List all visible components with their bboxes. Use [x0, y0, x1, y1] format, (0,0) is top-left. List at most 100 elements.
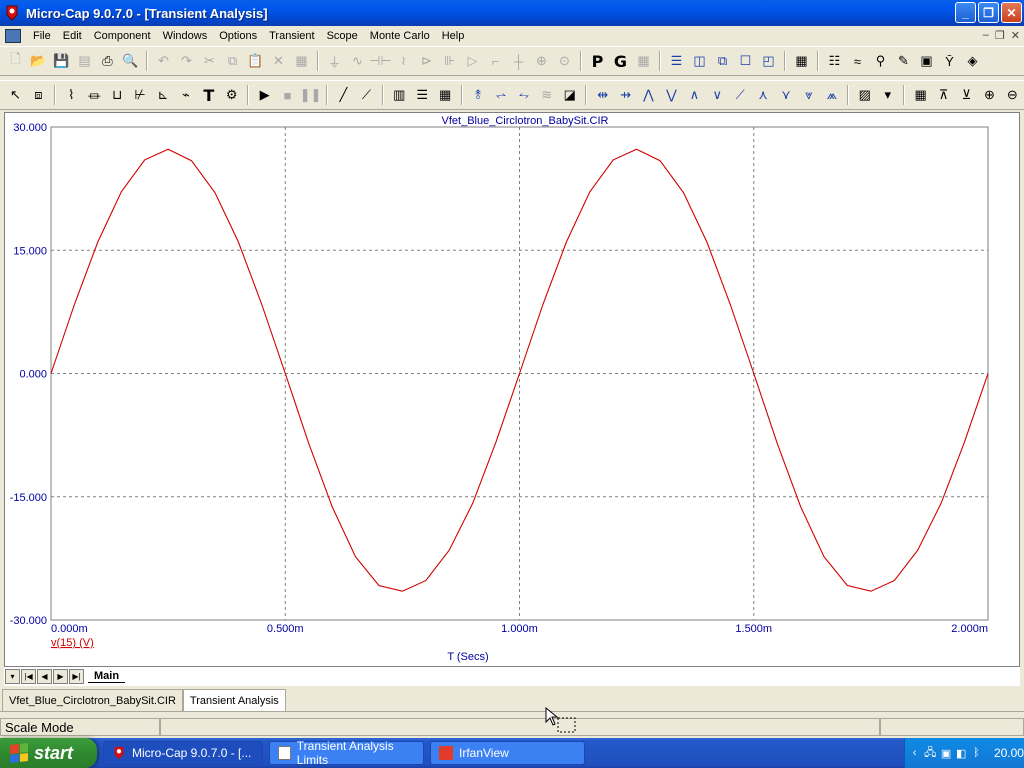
- scale-mode-icon[interactable]: ⌇: [60, 84, 82, 106]
- save-icon[interactable]: 💾: [51, 50, 73, 72]
- tile-vertical-icon[interactable]: ◫: [689, 50, 711, 72]
- copy-icon[interactable]: ⧉: [222, 50, 244, 72]
- battery-component-icon[interactable]: ⊪: [439, 50, 461, 72]
- table-icon[interactable]: ▦: [633, 50, 655, 72]
- peak-icon[interactable]: ⥉: [467, 84, 489, 106]
- pause-icon[interactable]: ❚❚: [300, 84, 322, 106]
- data-points-icon[interactable]: ⟋: [355, 84, 377, 106]
- inflection-icon[interactable]: ⟋: [729, 84, 751, 106]
- performance-tag-icon[interactable]: ⌁: [175, 84, 197, 106]
- delete-icon[interactable]: ✕: [268, 50, 290, 72]
- menu-scope[interactable]: Scope: [321, 26, 364, 46]
- mdi-restore-icon[interactable]: ❐: [995, 29, 1005, 42]
- tray-app-icon[interactable]: ▣: [940, 746, 951, 760]
- resistor-component-icon[interactable]: ∿: [347, 50, 369, 72]
- task-irfanview[interactable]: IrfanView: [430, 741, 585, 765]
- cut-icon[interactable]: ✂: [199, 50, 221, 72]
- next-peak-icon[interactable]: ⋀: [638, 84, 660, 106]
- eyedropper-icon[interactable]: ✎: [893, 50, 915, 72]
- calculator-icon[interactable]: ▦: [791, 50, 813, 72]
- mdi-close-icon[interactable]: ✕: [1011, 29, 1020, 42]
- global-high-icon[interactable]: ⋏: [752, 84, 774, 106]
- stop-icon[interactable]: ■: [277, 84, 299, 106]
- low-icon[interactable]: ∨: [706, 84, 728, 106]
- cursor-right-icon[interactable]: ⇸: [615, 84, 637, 106]
- doc-tab-transient-analysis[interactable]: Transient Analysis: [182, 689, 286, 711]
- tray-status-icon[interactable]: ◧: [956, 746, 967, 760]
- properties-icon[interactable]: ⚙: [221, 84, 243, 106]
- bottom-icon[interactable]: ⩕: [821, 84, 843, 106]
- task-microcap[interactable]: Micro-Cap 9.0.7.0 - [...: [103, 741, 263, 765]
- chart-icon[interactable]: ◪: [559, 84, 581, 106]
- window-icon[interactable]: ☐: [735, 50, 757, 72]
- network-icon[interactable]: 🖧: [924, 746, 936, 760]
- cursor-mode-icon[interactable]: ⏛: [83, 84, 105, 106]
- menu-transient[interactable]: Transient: [263, 26, 320, 46]
- smooth-icon[interactable]: ≋: [536, 84, 558, 106]
- menu-edit[interactable]: Edit: [57, 26, 88, 46]
- analysis-limits-icon[interactable]: ◈: [962, 50, 984, 72]
- scroll-down-arrow-icon[interactable]: ▾: [5, 669, 20, 684]
- x-axis-scale-icon[interactable]: ⊼: [933, 84, 955, 106]
- vertical-tag-icon[interactable]: ⊾: [152, 84, 174, 106]
- top-icon[interactable]: ⩔: [798, 84, 820, 106]
- capacitor-component-icon[interactable]: ⊣⊢: [369, 50, 392, 72]
- y-axis-icon[interactable]: Ȳ: [939, 50, 961, 72]
- grid-fine-icon[interactable]: ▥: [388, 84, 410, 106]
- plot-panel[interactable]: Vfet_Blue_Circlotron_BabySit.CIR 30.000 1…: [4, 112, 1020, 686]
- trace-label[interactable]: v(15) (V): [51, 637, 94, 649]
- box-icon[interactable]: ▨: [854, 84, 876, 106]
- paste-icon[interactable]: 📋: [245, 50, 267, 72]
- tile-horizontal-icon[interactable]: ☰: [666, 50, 688, 72]
- transient-plot[interactable]: Vfet_Blue_Circlotron_BabySit.CIR 30.000 1…: [5, 113, 1019, 667]
- line-plot-icon[interactable]: ╱: [332, 84, 354, 106]
- select-all-icon[interactable]: ▦: [291, 50, 313, 72]
- prev-sheet-icon[interactable]: ◀: [37, 669, 52, 684]
- next-sheet-icon[interactable]: ▶: [53, 669, 68, 684]
- save-all-icon[interactable]: ▤: [74, 50, 96, 72]
- inductor-component-icon[interactable]: ≀: [393, 50, 415, 72]
- menu-component[interactable]: Component: [88, 26, 157, 46]
- new-file-icon[interactable]: 🗋: [5, 50, 27, 72]
- grid-coarse-icon[interactable]: ▦: [434, 84, 456, 106]
- redo-icon[interactable]: ↷: [176, 50, 198, 72]
- task-transient-limits[interactable]: Transient Analysis Limits: [269, 739, 424, 767]
- run-icon[interactable]: ▶: [254, 84, 276, 106]
- print-preview-icon[interactable]: 🔍: [120, 50, 142, 72]
- document-menu-icon[interactable]: [5, 29, 21, 43]
- print-icon[interactable]: ⎙: [97, 50, 119, 72]
- opamp-component-icon[interactable]: ▷: [462, 50, 484, 72]
- wire-component-icon[interactable]: ┼: [508, 50, 530, 72]
- y-axis-scale-icon[interactable]: ⊻: [956, 84, 978, 106]
- menu-help[interactable]: Help: [436, 26, 471, 46]
- close-button[interactable]: ✕: [1001, 2, 1022, 23]
- sheet-tab-main[interactable]: Main: [88, 670, 126, 683]
- doc-tab-circuit[interactable]: Vfet_Blue_Circlotron_BabySit.CIR: [2, 689, 183, 711]
- component-list-icon[interactable]: ☷: [824, 50, 846, 72]
- global-low-icon[interactable]: ⋎: [775, 84, 797, 106]
- g-key-button[interactable]: G: [610, 50, 632, 72]
- valley-icon[interactable]: ⥋: [490, 84, 512, 106]
- node-component-icon[interactable]: ⊕: [531, 50, 553, 72]
- numeric-output-icon[interactable]: ▦: [910, 84, 932, 106]
- menu-monte-carlo[interactable]: Monte Carlo: [364, 26, 436, 46]
- minimize-button[interactable]: _: [955, 2, 976, 23]
- cursor-left-icon[interactable]: ⇹: [592, 84, 614, 106]
- source-component-icon[interactable]: ⊙: [554, 50, 576, 72]
- menu-file[interactable]: File: [27, 26, 57, 46]
- grid-medium-icon[interactable]: ☰: [411, 84, 433, 106]
- waveform-icon[interactable]: ≈: [847, 50, 869, 72]
- open-folder-icon[interactable]: 📂: [28, 50, 50, 72]
- probe-icon[interactable]: ⚲: [870, 50, 892, 72]
- zoom-out-icon[interactable]: ⊖: [1001, 84, 1023, 106]
- dropdown-arrow-icon[interactable]: ▾: [877, 84, 899, 106]
- menu-options[interactable]: Options: [213, 26, 263, 46]
- cascade-icon[interactable]: ⧉: [712, 50, 734, 72]
- zoom-in-icon[interactable]: ⊕: [978, 84, 1000, 106]
- text-mode-button[interactable]: T: [198, 84, 220, 106]
- diode-component-icon[interactable]: ⊳: [416, 50, 438, 72]
- next-valley-icon[interactable]: ⋁: [660, 84, 682, 106]
- pointer-icon[interactable]: ↖: [5, 84, 27, 106]
- ground-component-icon[interactable]: ⏚: [324, 50, 346, 72]
- tray-expand-icon[interactable]: ‹: [909, 746, 920, 760]
